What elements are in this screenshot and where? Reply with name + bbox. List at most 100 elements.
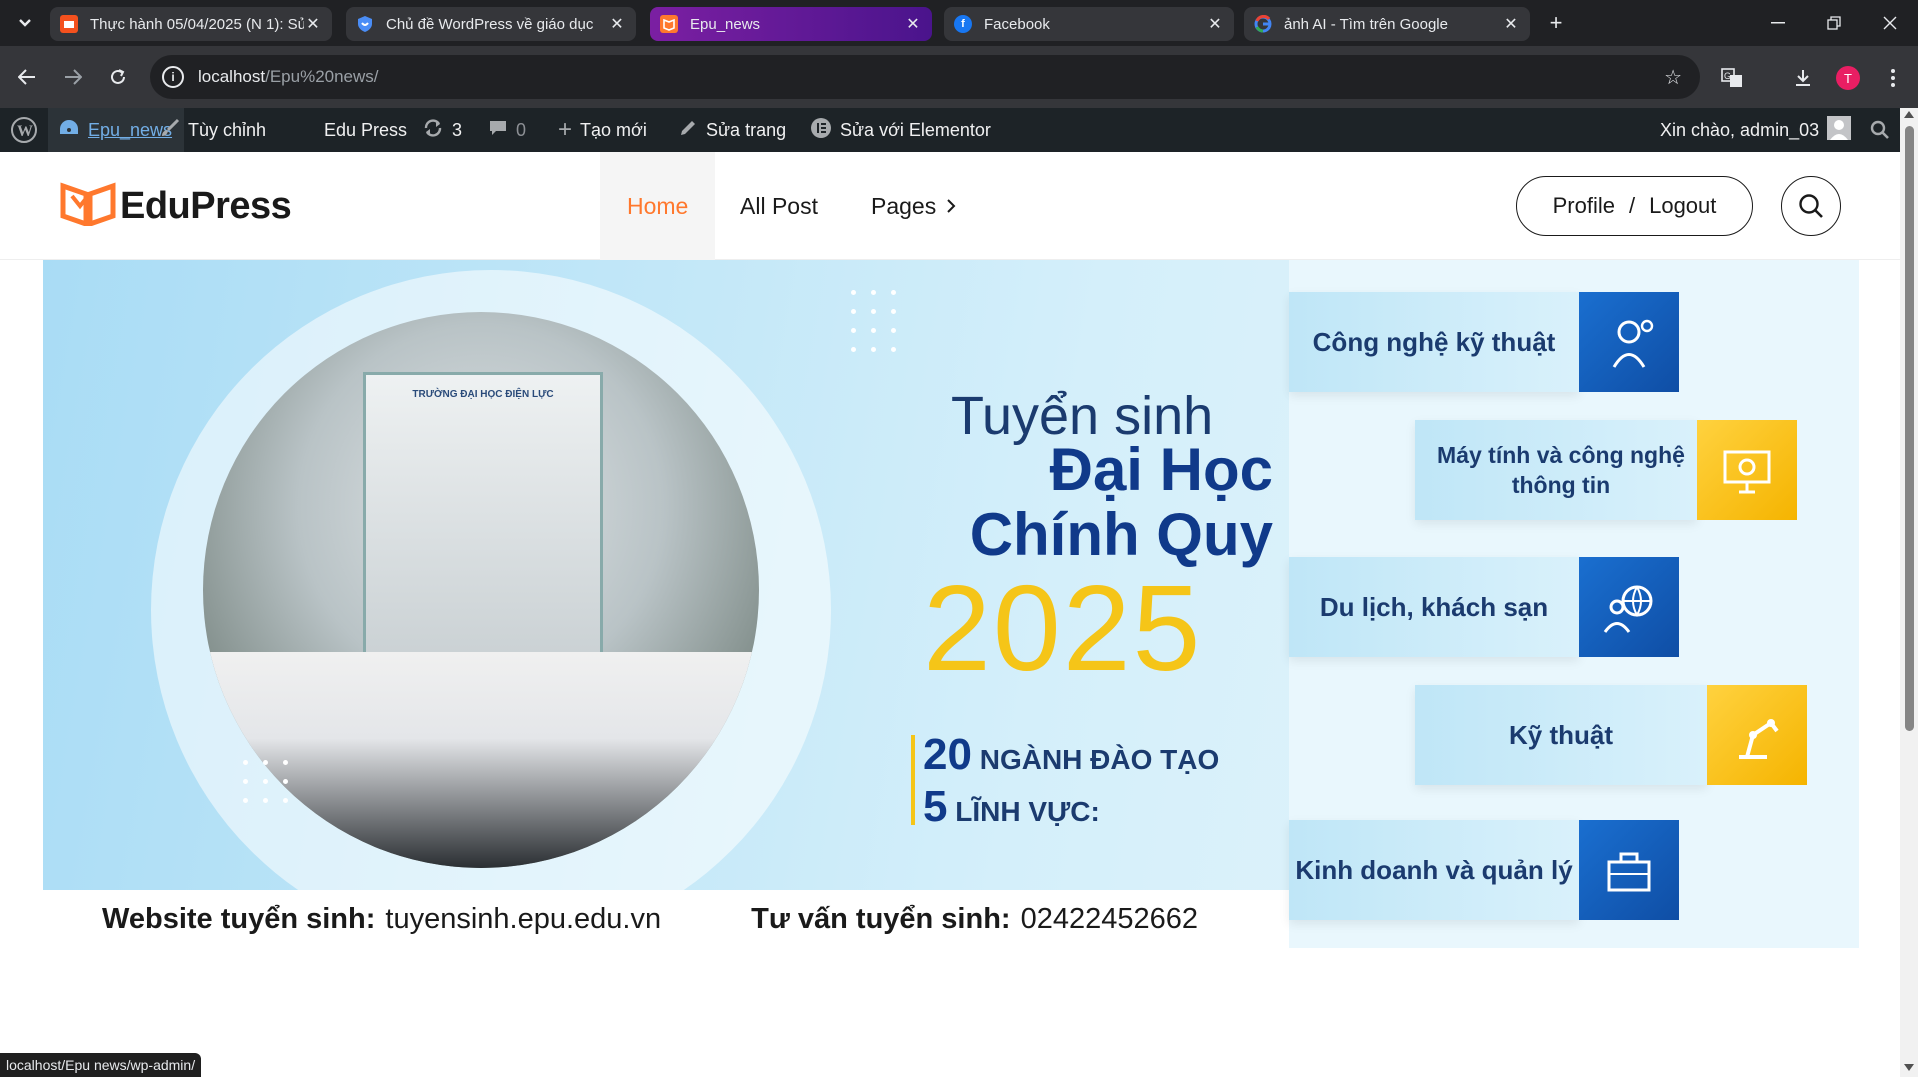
nav-pages[interactable]: Pages xyxy=(844,152,983,260)
building-sign: TRƯỜNG ĐẠI HỌC ĐIỆN LỰC xyxy=(412,389,554,400)
comments-count: 0 xyxy=(516,119,527,140)
tab-chu-de-wordpress[interactable]: Chủ đề WordPress về giáo dục ✕ xyxy=(346,7,636,41)
hotline-label: Tư vấn tuyển sinh: xyxy=(751,902,1011,935)
field-label: Công nghệ kỹ thuật xyxy=(1289,292,1579,392)
stat-majors-number: 20 xyxy=(923,730,972,779)
admin-search-icon[interactable] xyxy=(1860,108,1900,152)
close-icon[interactable]: ✕ xyxy=(904,14,922,34)
admin-updates[interactable]: 3 xyxy=(412,108,472,152)
google-icon xyxy=(1254,15,1272,33)
admin-new[interactable]: + Tạo mới xyxy=(548,108,657,152)
field-label: Du lịch, khách sạn xyxy=(1289,557,1579,657)
stat-fields-text: LĨNH VỰC: xyxy=(955,796,1100,827)
tab-search-chevron-icon[interactable] xyxy=(8,9,42,37)
admin-account[interactable]: Xin chào, admin_03 xyxy=(1650,108,1861,152)
tab-title: Epu_news xyxy=(690,15,761,33)
user-avatar-icon xyxy=(1827,115,1852,145)
greeting-label: Xin chào, admin_03 xyxy=(1660,119,1820,140)
website-value: tuyensinh.epu.edu.vn xyxy=(385,902,662,935)
chevron-right-icon xyxy=(946,193,956,220)
tab-facebook[interactable]: f Facebook ✕ xyxy=(944,7,1234,41)
close-icon[interactable]: ✕ xyxy=(1206,14,1224,34)
field-card: Máy tính và công nghệ thông tin xyxy=(1415,420,1797,520)
field-card: Kỹ thuật xyxy=(1415,685,1807,785)
admin-edit-elementor[interactable]: Sửa với Elementor xyxy=(800,108,1001,152)
download-icon[interactable] xyxy=(1790,65,1816,91)
bookmark-star-icon[interactable]: ☆ xyxy=(1664,65,1682,90)
customize-label: Tùy chỉnh xyxy=(188,119,267,140)
elementor-icon xyxy=(810,117,832,144)
engineer-icon xyxy=(1579,292,1679,392)
close-icon[interactable]: ✕ xyxy=(304,14,322,34)
hotline-value: 02422452662 xyxy=(1020,902,1199,935)
logout-link[interactable]: Logout xyxy=(1649,193,1716,219)
more-menu-icon[interactable] xyxy=(1880,65,1906,91)
profile-avatar[interactable]: T xyxy=(1836,66,1860,90)
tab-google[interactable]: ảnh AI - Tìm trên Google ✕ xyxy=(1244,7,1530,41)
site-logo[interactable]: EduPress xyxy=(60,182,292,231)
headline-year: 2025 xyxy=(923,560,1203,696)
admin-theme[interactable]: Edu Press xyxy=(314,108,417,152)
edupress-icon xyxy=(660,15,678,33)
brush-icon xyxy=(160,118,180,143)
wordpress-logo-icon[interactable]: W xyxy=(0,108,48,152)
address-bar[interactable]: i localhost /Epu%20news/ ☆ xyxy=(150,55,1700,99)
dot-pattern xyxy=(851,290,897,352)
admission-banner[interactable]: TRƯỜNG ĐẠI HỌC ĐIỆN LỰC Tuyển sinh Đại H… xyxy=(43,260,1859,948)
profile-link[interactable]: Profile xyxy=(1553,193,1615,219)
computer-gear-icon xyxy=(1697,420,1797,520)
field-card: Du lịch, khách sạn xyxy=(1289,557,1679,657)
restore-button[interactable] xyxy=(1806,0,1862,46)
slides-icon xyxy=(60,15,78,33)
robot-arm-icon xyxy=(1707,685,1807,785)
url-path: /Epu%20news/ xyxy=(265,67,379,86)
site-info-icon[interactable]: i xyxy=(162,66,184,88)
admin-customize[interactable]: Tùy chỉnh xyxy=(150,108,276,152)
dot-pattern xyxy=(243,760,289,803)
updates-count: 3 xyxy=(452,119,463,140)
svg-text:G: G xyxy=(1724,71,1731,81)
back-button[interactable] xyxy=(12,62,42,92)
website-label: Website tuyển sinh: xyxy=(102,902,376,935)
fields-panel: Công nghệ kỹ thuật Máy tính và công nghệ… xyxy=(1289,260,1859,948)
field-label: Máy tính và công nghệ thông tin xyxy=(1415,420,1697,520)
stat-fields-number: 5 xyxy=(923,782,948,831)
close-window-button[interactable] xyxy=(1862,0,1918,46)
scrollbar-thumb[interactable] xyxy=(1905,126,1914,731)
tab-epu-news[interactable]: Epu_news ✕ xyxy=(650,7,932,41)
link-status-bar: localhost/Epu news/wp-admin/ xyxy=(0,1053,202,1077)
scroll-up-arrow-icon[interactable] xyxy=(1904,111,1914,118)
building-illustration: TRƯỜNG ĐẠI HỌC ĐIỆN LỰC xyxy=(363,372,603,672)
nav-home[interactable]: Home xyxy=(600,152,716,260)
tab-thuc-hanh[interactable]: Thực hành 05/04/2025 (N 1): Sử ✕ xyxy=(50,7,332,41)
search-icon xyxy=(1799,194,1823,218)
site-search-button[interactable] xyxy=(1781,176,1841,236)
new-tab-button[interactable]: + xyxy=(1542,9,1570,37)
page-scrollbar[interactable] xyxy=(1900,108,1918,1077)
page-content: EduPress Home All Post Pages Profile / L… xyxy=(0,152,1900,1077)
admin-edit-page[interactable]: Sửa trang xyxy=(668,108,796,152)
admin-comments[interactable]: 0 xyxy=(478,108,536,152)
nav-all-post-label: All Post xyxy=(740,192,818,219)
separator: / xyxy=(1628,193,1636,218)
field-label: Kinh doanh và quản lý xyxy=(1289,820,1579,920)
translate-icon[interactable]: G xyxy=(1719,65,1745,91)
comment-icon xyxy=(488,118,508,143)
tab-title: Chủ đề WordPress về giáo dục xyxy=(386,15,594,33)
forward-button[interactable] xyxy=(58,62,88,92)
minimize-button[interactable] xyxy=(1750,0,1806,46)
scroll-down-arrow-icon[interactable] xyxy=(1904,1064,1914,1071)
plus-icon: + xyxy=(558,116,573,143)
browser-tab-bar: Thực hành 05/04/2025 (N 1): Sử ✕ Chủ đề … xyxy=(0,0,1918,46)
stat-majors: 20 NGÀNH ĐÀO TẠO xyxy=(923,730,1219,780)
globe-traveler-icon xyxy=(1579,557,1679,657)
dashboard-icon xyxy=(58,118,80,143)
stat-fields: 5 LĨNH VỰC: xyxy=(923,782,1100,832)
reload-button[interactable] xyxy=(103,62,133,92)
close-icon[interactable]: ✕ xyxy=(608,14,626,34)
close-icon[interactable]: ✕ xyxy=(1502,14,1520,34)
updates-icon xyxy=(422,118,444,143)
nav-all-post[interactable]: All Post xyxy=(713,152,845,260)
svg-text:W: W xyxy=(17,123,33,140)
profile-logout-group: Profile / Logout xyxy=(1516,176,1753,236)
